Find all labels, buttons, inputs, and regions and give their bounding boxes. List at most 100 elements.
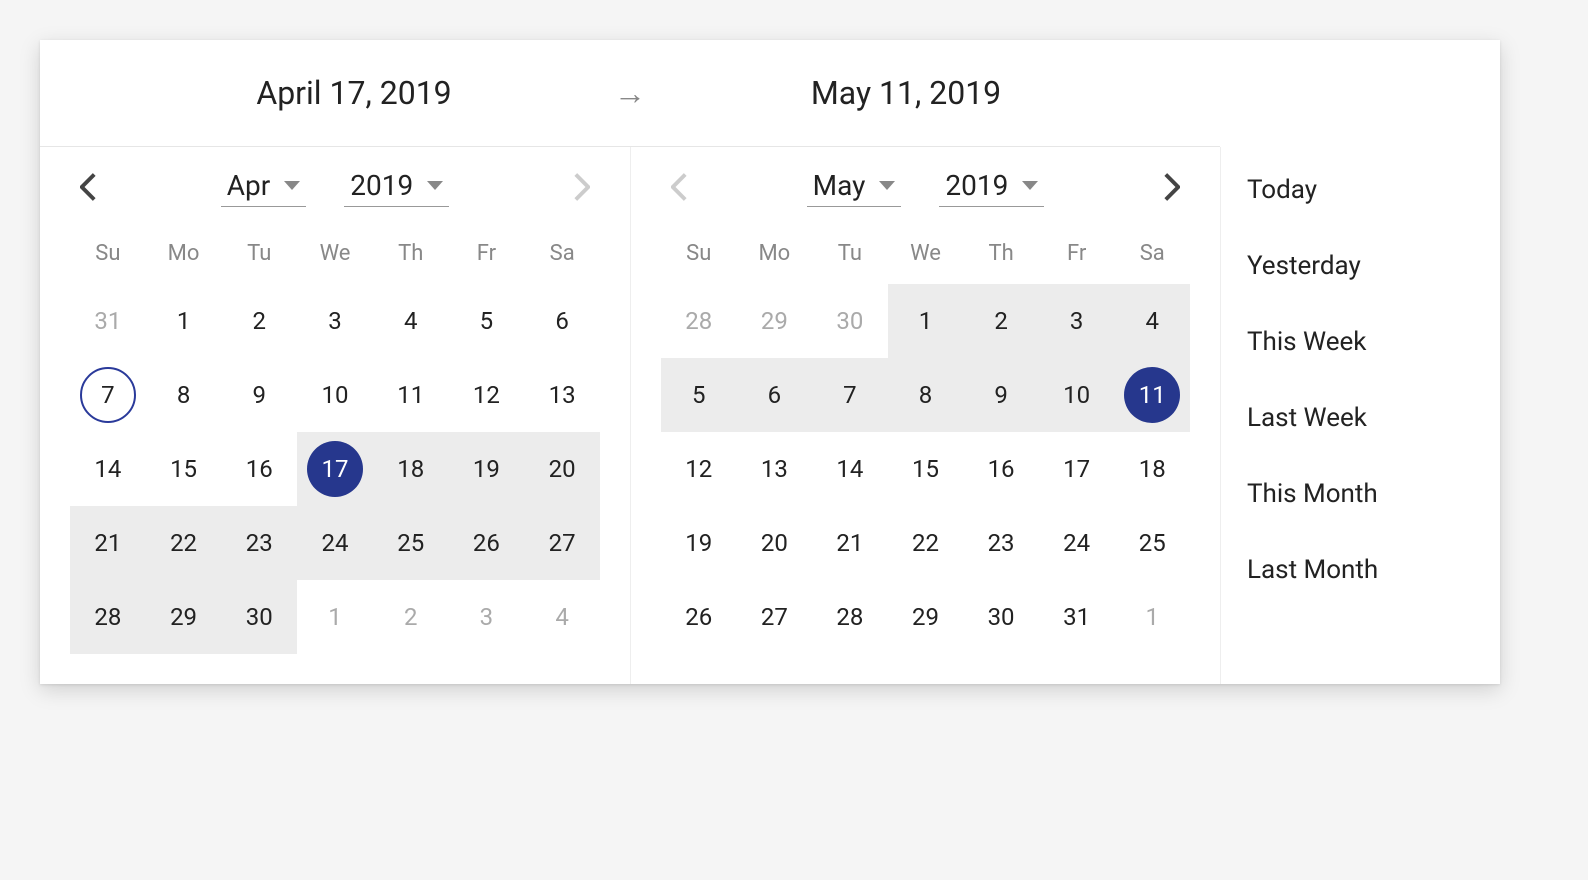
day-cell[interactable]: 28 xyxy=(812,580,888,654)
day-cell[interactable]: 7 xyxy=(812,358,888,432)
year-select-label: 2019 xyxy=(945,169,1008,202)
day-cell[interactable]: 25 xyxy=(373,506,449,580)
prev-month-button[interactable] xyxy=(661,169,697,205)
day-cell[interactable]: 30 xyxy=(221,580,297,654)
day-number: 17 xyxy=(307,441,363,497)
day-cell[interactable]: 26 xyxy=(661,580,737,654)
day-cell[interactable]: 11 xyxy=(373,358,449,432)
day-cell[interactable]: 14 xyxy=(70,432,146,506)
day-cell[interactable]: 10 xyxy=(1039,358,1115,432)
day-cell[interactable]: 2 xyxy=(963,284,1039,358)
next-month-button[interactable] xyxy=(564,169,600,205)
day-cell[interactable]: 6 xyxy=(524,284,600,358)
day-cell[interactable]: 7 xyxy=(70,358,146,432)
day-cell[interactable]: 23 xyxy=(221,506,297,580)
day-cell[interactable]: 3 xyxy=(297,284,373,358)
day-number: 22 xyxy=(897,515,953,571)
day-cell[interactable]: 26 xyxy=(449,506,525,580)
day-cell[interactable]: 4 xyxy=(524,580,600,654)
day-cell[interactable]: 21 xyxy=(812,506,888,580)
day-cell[interactable]: 12 xyxy=(661,432,737,506)
day-cell[interactable]: 21 xyxy=(70,506,146,580)
day-cell[interactable]: 28 xyxy=(661,284,737,358)
day-cell[interactable]: 22 xyxy=(888,506,964,580)
day-cell[interactable]: 19 xyxy=(449,432,525,506)
preset-last-month[interactable]: Last Month xyxy=(1247,555,1474,585)
day-number: 28 xyxy=(822,589,878,645)
day-cell[interactable]: 22 xyxy=(146,506,222,580)
day-cell[interactable]: 1 xyxy=(888,284,964,358)
day-cell[interactable]: 5 xyxy=(661,358,737,432)
next-month-button[interactable] xyxy=(1154,169,1190,205)
day-cell[interactable]: 2 xyxy=(221,284,297,358)
day-cell[interactable]: 14 xyxy=(812,432,888,506)
day-cell[interactable]: 27 xyxy=(524,506,600,580)
preset-this-week[interactable]: This Week xyxy=(1247,327,1474,357)
day-number: 5 xyxy=(671,367,727,423)
day-cell[interactable]: 1 xyxy=(297,580,373,654)
day-cell[interactable]: 17 xyxy=(1039,432,1115,506)
day-cell[interactable]: 1 xyxy=(146,284,222,358)
caret-down-icon xyxy=(427,181,443,190)
day-cell[interactable]: 30 xyxy=(963,580,1039,654)
day-cell[interactable]: 1 xyxy=(1114,580,1190,654)
day-cell[interactable]: 12 xyxy=(449,358,525,432)
day-cell[interactable]: 29 xyxy=(737,284,813,358)
day-cell[interactable]: 25 xyxy=(1114,506,1190,580)
day-cell[interactable]: 20 xyxy=(737,506,813,580)
preset-last-week[interactable]: Last Week xyxy=(1247,403,1474,433)
year-select[interactable]: 2019 xyxy=(344,167,449,207)
preset-yesterday[interactable]: Yesterday xyxy=(1247,251,1474,281)
day-cell[interactable]: 15 xyxy=(146,432,222,506)
weekday-label: Tu xyxy=(221,229,297,284)
day-cell[interactable]: 13 xyxy=(737,432,813,506)
day-cell[interactable]: 2 xyxy=(373,580,449,654)
day-cell[interactable]: 27 xyxy=(737,580,813,654)
month-select[interactable]: Apr xyxy=(221,167,306,207)
day-number: 8 xyxy=(897,367,953,423)
day-number: 1 xyxy=(307,589,363,645)
preset-today[interactable]: Today xyxy=(1247,175,1474,205)
day-cell[interactable]: 9 xyxy=(221,358,297,432)
prev-month-button[interactable] xyxy=(70,169,106,205)
day-cell[interactable]: 16 xyxy=(963,432,1039,506)
day-cell[interactable]: 31 xyxy=(70,284,146,358)
day-cell[interactable]: 18 xyxy=(1114,432,1190,506)
day-cell[interactable]: 8 xyxy=(146,358,222,432)
day-cell[interactable]: 18 xyxy=(373,432,449,506)
day-cell[interactable]: 11 xyxy=(1114,358,1190,432)
weekday-label: Th xyxy=(373,229,449,284)
day-cell[interactable]: 4 xyxy=(373,284,449,358)
day-cell[interactable]: 9 xyxy=(963,358,1039,432)
day-cell[interactable]: 6 xyxy=(737,358,813,432)
day-cell[interactable]: 16 xyxy=(221,432,297,506)
day-cell[interactable]: 19 xyxy=(661,506,737,580)
day-cell[interactable]: 4 xyxy=(1114,284,1190,358)
day-cell[interactable]: 28 xyxy=(70,580,146,654)
day-cell[interactable]: 8 xyxy=(888,358,964,432)
day-cell[interactable]: 23 xyxy=(963,506,1039,580)
preset-this-month[interactable]: This Month xyxy=(1247,479,1474,509)
day-cell[interactable]: 17 xyxy=(297,432,373,506)
weekday-label: Mo xyxy=(146,229,222,284)
day-cell[interactable]: 31 xyxy=(1039,580,1115,654)
day-cell[interactable]: 10 xyxy=(297,358,373,432)
day-cell[interactable]: 5 xyxy=(449,284,525,358)
day-cell[interactable]: 13 xyxy=(524,358,600,432)
day-cell[interactable]: 24 xyxy=(1039,506,1115,580)
day-cell[interactable]: 20 xyxy=(524,432,600,506)
day-cell[interactable]: 24 xyxy=(297,506,373,580)
day-number: 26 xyxy=(671,589,727,645)
day-number: 2 xyxy=(383,589,439,645)
day-number: 13 xyxy=(534,367,590,423)
month-select[interactable]: May xyxy=(807,167,902,207)
day-cell[interactable]: 3 xyxy=(449,580,525,654)
day-cell[interactable]: 15 xyxy=(888,432,964,506)
day-cell[interactable]: 3 xyxy=(1039,284,1115,358)
day-cell[interactable]: 29 xyxy=(888,580,964,654)
day-cell[interactable]: 29 xyxy=(146,580,222,654)
day-cell[interactable]: 30 xyxy=(812,284,888,358)
year-select[interactable]: 2019 xyxy=(939,167,1044,207)
month-select-label: May xyxy=(813,169,866,202)
day-number: 30 xyxy=(822,293,878,349)
